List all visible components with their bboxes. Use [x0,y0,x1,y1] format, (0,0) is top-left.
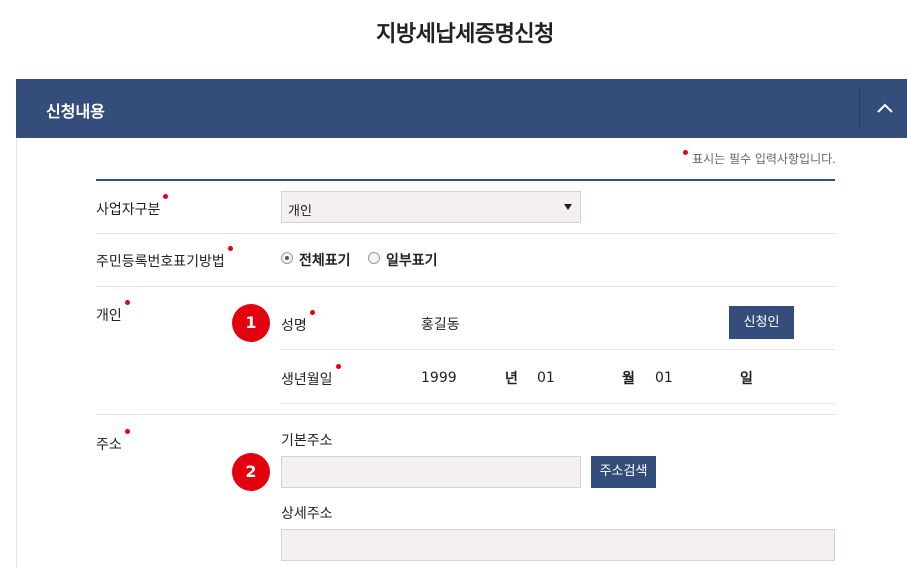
section-header: 신청내용 [16,79,907,138]
step-badge-2: 2 [232,453,270,491]
collapse-button[interactable] [861,79,907,138]
name-label-text: 성명 [281,318,307,334]
required-dot-icon [227,246,233,251]
page-title: 지방세납세증명신청 [376,22,554,47]
address-search-button[interactable]: 주소검색 [591,456,656,488]
radio-partial-display-label: 일부표기 [386,253,438,269]
radio-full-display-label: 전체표기 [299,253,351,269]
required-dot-icon [309,310,315,315]
form-top-border [96,179,835,181]
required-dot-icon [683,150,689,155]
birth-day-value: 01 [655,370,673,386]
row-divider [281,349,835,350]
name-value: 홍길동 [421,317,460,333]
applicant-type-label-text: 사업자구분 [96,202,161,218]
required-dot-icon [124,429,130,434]
row-divider [96,233,835,234]
applicant-type-select[interactable]: 개인 [281,191,581,223]
section-title: 신청내용 [46,102,105,121]
header-divider [859,89,860,129]
individual-label-text: 개인 [96,308,122,324]
caret-down-icon [564,204,572,210]
birth-label: 생년월일 [281,364,341,389]
required-dot-icon [335,364,341,369]
birth-month-value: 01 [537,370,555,386]
detail-address-label: 상세주소 [281,506,333,522]
detail-address-input[interactable] [281,529,835,561]
chevron-up-icon [877,103,893,113]
name-label: 성명 [281,310,315,335]
address-label: 주소 [96,429,130,454]
required-note-text: 표시는 필수 입력사항입니다. [692,152,836,166]
step-badge-1: 1 [232,304,270,342]
row-divider [96,414,835,415]
month-unit: 월 [622,371,635,387]
day-unit: 일 [740,371,753,387]
required-note: 표시는 필수 입력사항입니다. [683,150,836,167]
base-address-label: 기본주소 [281,433,333,449]
required-dot-icon [124,300,130,305]
applicant-type-value: 개인 [288,204,312,219]
base-address-input[interactable] [281,456,581,488]
applicant-type-label: 사업자구분 [96,194,169,219]
individual-label: 개인 [96,300,130,325]
row-divider [281,403,835,404]
applicant-button[interactable]: 신청인 [729,306,794,339]
birth-year-value: 1999 [421,370,457,386]
year-unit: 년 [505,371,518,387]
id-display-label-text: 주민등록번호표기방법 [96,254,225,270]
birth-label-text: 생년월일 [281,372,333,388]
address-label-text: 주소 [96,437,122,453]
radio-checked-icon [281,252,293,264]
row-divider [96,286,835,287]
id-display-label: 주민등록번호표기방법 [96,246,233,271]
radio-unchecked-icon [368,252,380,264]
